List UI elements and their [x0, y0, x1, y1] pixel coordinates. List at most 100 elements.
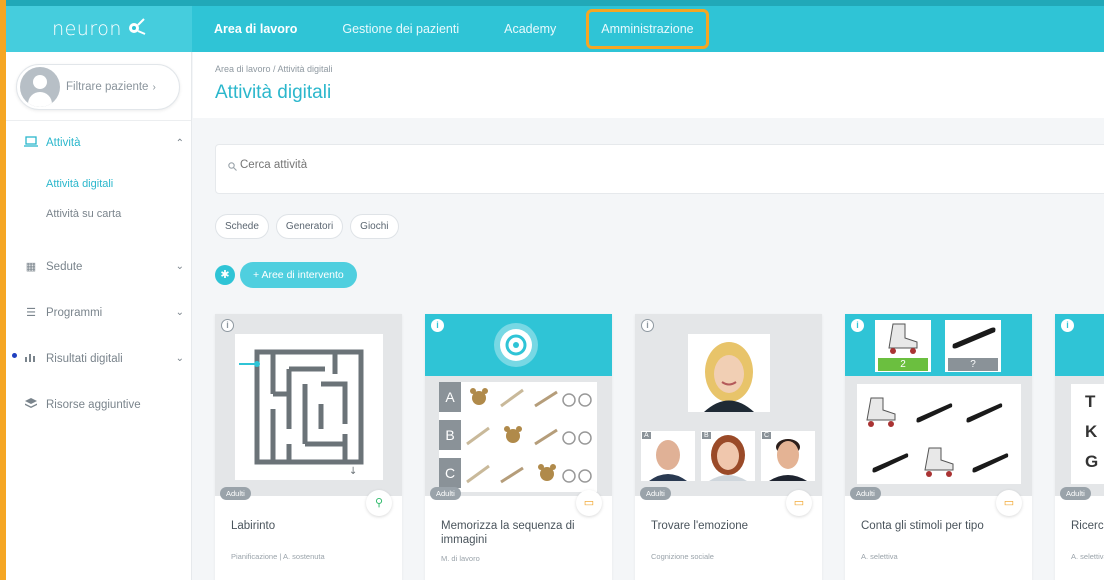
gamepad-icon: ⚲	[366, 490, 392, 516]
option-b[interactable]: B	[701, 431, 755, 481]
card-image: T K G	[1055, 314, 1104, 496]
card-title: Trovare l'emozione	[651, 520, 749, 532]
maze-image: ↓	[235, 334, 383, 480]
chevron-down-icon: ⌄	[175, 353, 184, 364]
card-title: Labirinto	[231, 520, 276, 532]
nav-amministrazione[interactable]: Amministrazione	[586, 9, 709, 49]
nav-gestione-pazienti[interactable]: Gestione dei pazienti	[342, 22, 459, 36]
card-title: Conta gli stimoli per tipo	[861, 520, 984, 532]
audience-badge: Adulti	[1060, 487, 1091, 500]
brain-gear-icon	[494, 323, 538, 367]
laptop-icon	[24, 136, 38, 150]
filter-chips: Schede Generatori Giochi	[215, 214, 399, 239]
chip-generatori[interactable]: Generatori	[275, 214, 344, 239]
card-image: ↓	[215, 314, 402, 496]
info-icon[interactable]: i	[431, 319, 444, 332]
sidebar-item-sedute[interactable]: ▦ Sedute ⌄	[24, 260, 184, 274]
sidebar-item-label: Programmi	[46, 306, 103, 319]
chip-giochi[interactable]: Giochi	[350, 214, 399, 239]
info-icon[interactable]: i	[851, 319, 864, 332]
sidebar-subitem-attivita-carta[interactable]: Attività su carta	[46, 208, 121, 220]
letter: K	[1085, 422, 1098, 441]
card-meta: A. selettiva	[861, 552, 898, 561]
neuron-logo-icon	[128, 18, 146, 35]
sidebar-item-programmi[interactable]: ☰ Programmi ⌄	[24, 306, 184, 320]
letter: G	[1085, 452, 1099, 471]
card-title: Memorizza la sequenza di immagini	[441, 520, 575, 546]
option-label: C	[762, 432, 772, 439]
list-icon: ☰	[26, 307, 36, 319]
nav-area-di-lavoro[interactable]: Area di lavoro	[214, 22, 297, 36]
calendar-icon: ▭	[996, 490, 1022, 516]
option-label: B	[702, 432, 711, 439]
count-label: ?	[948, 358, 998, 371]
calendar-icon: ▭	[786, 490, 812, 516]
sequence-grid: A B C	[439, 382, 597, 492]
roller-skate-image	[888, 323, 918, 354]
sidebar-item-risorse-aggiuntive[interactable]: Risorse aggiuntive	[24, 398, 184, 412]
brain-icon: ✱	[215, 265, 235, 285]
card-meta: A. selettiva	[1071, 552, 1104, 561]
audience-badge: Adulti	[850, 487, 881, 500]
chevron-up-icon: ⌃	[175, 137, 184, 149]
card-image: A B C	[635, 314, 822, 496]
option-label: A	[642, 432, 651, 439]
sidebar-item-risultati-digitali[interactable]: Risultati digitali ⌄	[24, 352, 184, 365]
app-window: neuron Area di lavoro Gestione dei pazie…	[6, 0, 1104, 580]
avatar	[20, 67, 60, 107]
card-meta: M. di lavoro	[441, 554, 480, 563]
stimuli-grid-image	[857, 384, 1021, 484]
row-label: A	[439, 382, 461, 412]
activity-card-ricerca[interactable]: T K G i Adulti Ricerc A. selettiva	[1055, 314, 1104, 580]
bar-chart-icon	[24, 352, 38, 365]
patient-filter-button[interactable]: Filtrare paziente ›	[16, 64, 180, 110]
audience-badge: Adulti	[430, 487, 461, 500]
card-image: 2 ?	[845, 314, 1032, 496]
table-icon: ▦	[25, 261, 37, 273]
sidebar-item-label: Attività	[46, 137, 81, 149]
stimulus-box-b: ?	[945, 320, 1001, 372]
card-title: Ricerc	[1071, 520, 1104, 532]
woman-photo	[688, 334, 770, 412]
search-input[interactable]	[240, 159, 640, 171]
count-label: 2	[878, 358, 928, 371]
sidebar-item-label: Sedute	[46, 260, 83, 273]
option-c[interactable]: C	[761, 431, 815, 481]
logo-text: neuron	[52, 18, 122, 40]
card-meta: Pianificazione | A. sostenuta	[231, 552, 325, 561]
emotion-options: A B C	[641, 431, 815, 483]
row-label: C	[439, 458, 461, 488]
skateboard-image	[952, 327, 996, 349]
info-icon[interactable]: i	[221, 319, 234, 332]
layers-icon	[24, 398, 38, 412]
breadcrumb[interactable]: Area di lavoro / Attività digitali	[215, 64, 333, 74]
calendar-icon: ▭	[576, 490, 602, 516]
activity-card-labirinto[interactable]: ↓ i Adulti ⚲ Labirinto Pianificazione | …	[215, 314, 402, 580]
logo[interactable]: neuron	[6, 6, 192, 52]
sidebar-divider	[6, 120, 191, 121]
card-image: A B C	[425, 314, 612, 496]
search-bar[interactable]	[215, 144, 1104, 194]
activity-card-conta-stimoli[interactable]: 2 ? i Adulti ▭ Conta gli stimoli per tip…	[845, 314, 1032, 580]
sidebar: Filtrare paziente › Attività ⌃ Attività …	[6, 52, 192, 580]
page-title: Attività digitali	[215, 82, 332, 103]
info-icon[interactable]: i	[1061, 319, 1074, 332]
main-nav: Area di lavoro Gestione dei pazienti Aca…	[214, 6, 754, 52]
sequence-images	[466, 388, 592, 484]
chevron-right-icon: ›	[152, 81, 156, 93]
chip-schede[interactable]: Schede	[215, 214, 269, 239]
sidebar-item-attivita[interactable]: Attività ⌃	[24, 136, 184, 150]
activity-card-memorizza[interactable]: A B C i Adulti ▭ Memorizza la sequenza d…	[425, 314, 612, 580]
letter: T	[1085, 392, 1096, 411]
letters-panel: T K G	[1071, 384, 1104, 484]
main-content: Area di lavoro / Attività digitali Attiv…	[193, 52, 1104, 580]
chevron-down-icon: ⌄	[175, 307, 184, 318]
activity-card-trovare-emozione[interactable]: A B C i Adulti ▭ Trovare l'emozione Cogn…	[635, 314, 822, 580]
add-intervention-areas-button[interactable]: + Aree di intervento	[240, 262, 357, 288]
option-a[interactable]: A	[641, 431, 695, 481]
sidebar-subitem-attivita-digitali[interactable]: Attività digitali	[46, 178, 113, 190]
audience-badge: Adulti	[220, 487, 251, 500]
audience-badge: Adulti	[640, 487, 671, 500]
info-icon[interactable]: i	[641, 319, 654, 332]
nav-academy[interactable]: Academy	[504, 22, 556, 36]
